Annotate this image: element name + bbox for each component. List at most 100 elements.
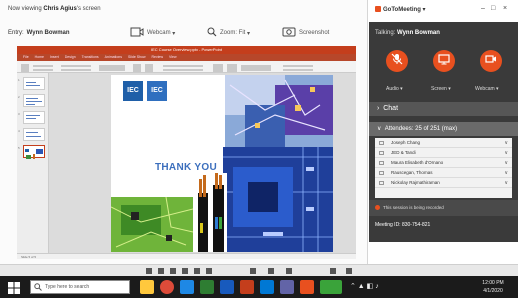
slide-thumbnail[interactable] (23, 128, 45, 141)
powerpoint-icon[interactable] (240, 280, 254, 294)
presenter-label: Entry: (8, 30, 24, 36)
clock-time: 12:00 PM (482, 280, 504, 286)
slide-thumbnail[interactable] (23, 94, 45, 107)
recording-notice-text: This session is being recorded (383, 205, 444, 210)
toolbar-icon[interactable] (206, 268, 212, 274)
webcam-button[interactable]: Webcam ▾ (130, 26, 175, 40)
slide-thumbnail[interactable] (23, 111, 45, 124)
attendee-status-icon (379, 141, 384, 145)
meeting-title-bar: GoToMeeting ▾ – □ × (369, 0, 518, 22)
slide[interactable]: IEC IEC THANK YOU (111, 75, 333, 252)
minimize-icon[interactable]: – (481, 5, 485, 12)
viewer-toolbar: Entry: Wynn Bowman Webcam ▾ Zoom: Fit ▾ … (0, 22, 368, 44)
chat-label: Chat (383, 105, 399, 112)
webcam-icon (130, 27, 144, 39)
toolbar-icon[interactable] (146, 268, 152, 274)
attendees-label: Attendees: 25 of 251 (max) (384, 126, 458, 132)
toolbar-icon[interactable] (286, 268, 292, 274)
screenshot-button[interactable]: Screenshot (282, 26, 329, 40)
edge-icon[interactable] (180, 280, 194, 294)
ppt-tab[interactable]: Home (35, 54, 44, 61)
toolbar-icon[interactable] (194, 268, 200, 274)
taskbar-clock[interactable]: 12:00 PM 4/1/2020 (478, 279, 508, 295)
iec-logo-right: IEC (147, 81, 167, 101)
toolbar-icon[interactable] (182, 268, 188, 274)
talking-name: Wynn Bowman (397, 30, 440, 36)
attendee-row[interactable]: Joseph Chang ∨ (375, 138, 512, 148)
ppt-tab[interactable]: Slide Show (128, 54, 146, 61)
zoom-button[interactable]: Zoom: Fit ▾ (207, 26, 250, 40)
attendee-list: Joseph Chang ∨ JED & Tandi ∨ Maura Elisabe… (375, 138, 512, 198)
chevron-down-icon: ∨ (504, 160, 508, 166)
screen: Now viewing Chris Agius's screen Entry: … (0, 0, 518, 298)
microchip-image (223, 147, 333, 252)
attendee-name: Rauscegan, Thomas (391, 170, 433, 175)
chevron-down-icon: ∨ (504, 150, 508, 156)
presenter-toolbar (0, 264, 518, 276)
toolbar-icon[interactable] (250, 268, 256, 274)
webcam-icon (485, 52, 497, 70)
gotomeeting-icon[interactable] (300, 280, 314, 294)
ppt-tab[interactable]: Design (65, 54, 76, 61)
attendee-name: Joseph Chang (391, 140, 421, 145)
windows-start-icon[interactable] (8, 281, 20, 298)
presenter-name: Wynn Bowman (26, 30, 70, 36)
file-explorer-icon[interactable] (140, 280, 154, 294)
ppt-tab[interactable]: Insert (50, 54, 59, 61)
shared-powerpoint-window: IEC Course Overview.pptx - PowerPoint Fi… (17, 46, 356, 259)
search-placeholder: Type here to search (45, 284, 90, 290)
outlook-icon[interactable] (260, 280, 274, 294)
ppt-tab[interactable]: Transitions (82, 54, 99, 61)
toolbar-icon[interactable] (170, 268, 176, 274)
attendees-section-toggle[interactable]: ∨ Attendees: 25 of 251 (max) (369, 122, 518, 136)
caption-prefix: Now viewing (8, 6, 42, 12)
excel-icon[interactable] (200, 280, 214, 294)
chat-section-toggle[interactable]: › Chat (369, 102, 518, 116)
battery-indicator-icon[interactable] (320, 280, 342, 294)
word-icon[interactable] (220, 280, 234, 294)
webcam-toggle-button[interactable] (480, 50, 502, 72)
slide-thumbnail-active[interactable] (23, 145, 45, 159)
green-circuit-image (111, 197, 193, 252)
windows-taskbar: Type here to search ⌃ ▲ ◧ ♪ 12:00 PM 4/1… (0, 276, 518, 298)
ppt-tab[interactable]: File (23, 54, 29, 61)
toolbar-icon[interactable] (158, 268, 164, 274)
camera-icon (282, 27, 296, 39)
attendee-row[interactable]: Maura Elisabeth d'Ornano ∨ (375, 158, 512, 168)
attendee-status-icon (379, 181, 384, 185)
clock-date: 4/1/2020 (483, 288, 503, 294)
restore-icon[interactable]: □ (491, 5, 495, 12)
chevron-down-icon: ∨ (504, 180, 508, 186)
system-tray-icons[interactable]: ⌃ ▲ ◧ ♪ (350, 282, 379, 290)
talking-indicator: Talking: Wynn Bowman (375, 30, 440, 36)
ppt-tab[interactable]: View (169, 54, 177, 61)
webcam-label[interactable]: Webcam ▾ (475, 86, 499, 92)
meeting-app-label: GoToMeeting (383, 7, 421, 13)
chevron-down-icon: ∨ (504, 140, 508, 146)
attendee-row[interactable]: Nickolay Rajmathiraman ∨ (375, 178, 512, 188)
attendee-row[interactable]: JED & Tandi ∨ (375, 148, 512, 158)
attendee-row[interactable]: Rauscegan, Thomas ∨ (375, 168, 512, 178)
screen-share-button[interactable] (433, 50, 455, 72)
toolbar-icon[interactable] (346, 268, 352, 274)
ppt-tab[interactable]: Animations (105, 54, 122, 61)
audio-label[interactable]: Audio ▾ (386, 86, 403, 92)
toolbar-icon[interactable] (330, 268, 336, 274)
teams-icon[interactable] (280, 280, 294, 294)
slide-thumbnail[interactable] (23, 77, 45, 90)
viewer-caption: Now viewing Chris Agius's screen (8, 6, 101, 12)
search-icon (34, 283, 42, 296)
screen-label[interactable]: Screen ▾ (431, 86, 451, 92)
chrome-icon[interactable] (160, 280, 174, 294)
audio-button[interactable] (386, 50, 408, 72)
toolbar-icon[interactable] (268, 268, 274, 274)
ppt-ribbon (17, 61, 356, 73)
close-icon[interactable]: × (503, 5, 507, 12)
recording-notice: This session is being recorded (369, 200, 518, 216)
attendee-name: JED & Tandi (391, 150, 416, 155)
microphone-muted-icon (391, 52, 403, 70)
webcam-label: Webcam (147, 30, 171, 36)
screen-label-text: Screen (431, 86, 447, 92)
ppt-tab[interactable]: Review (152, 54, 163, 61)
taskbar-search-box[interactable]: Type here to search (30, 280, 130, 294)
